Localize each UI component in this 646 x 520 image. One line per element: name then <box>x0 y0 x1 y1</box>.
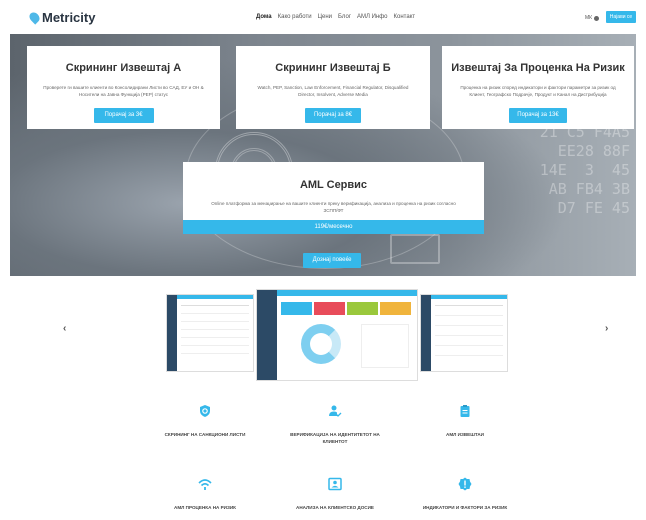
feature-label: АМЛ ИЗВЕШТАИ <box>446 432 484 437</box>
card-title: Скрининг Извештај А <box>65 62 182 74</box>
logo-text: Metricity <box>42 10 96 25</box>
feature-label: АМЛ ПРОЦЕНКА НА РИЗИК <box>174 505 236 510</box>
main-menu: Дома Како работи Цени Блог АМЛ Инфо Конт… <box>256 14 415 20</box>
clipboard-icon <box>458 404 472 418</box>
feature-label: АНАЛИЗА НА КЛИЕНТСКО ДОСИЕ <box>296 505 374 510</box>
chevron-right-icon[interactable]: › <box>605 323 608 334</box>
card-title: Извештај За Проценка На Ризик <box>451 62 625 74</box>
location-pin-icon <box>27 10 42 25</box>
aml-service-price[interactable]: 119€/месечно <box>183 220 484 234</box>
feature-label: ВЕРИФИКАЦИЈА НА ИДЕНТИТЕТОТ НА КЛИЕНТОТ <box>290 432 380 444</box>
aml-service-description: Online платформа за менаџирање на вашите… <box>211 201 456 213</box>
order-button[interactable]: Порачај за 13€ <box>509 108 567 123</box>
id-card-icon <box>328 477 342 491</box>
report-card-a: Скрининг Извештај А Проверете ги вашите … <box>27 46 220 129</box>
dashboard-screenshots-carousel <box>166 289 508 381</box>
risk-report-card: Извештај За Проценка На Ризик Проценка н… <box>442 46 634 129</box>
alert-badge-icon <box>458 477 472 491</box>
shield-search-icon <box>198 404 212 418</box>
feature-client-file-analysis: АНАЛИЗА НА КЛИЕНТСКО ДОСИЕ <box>280 477 390 511</box>
menu-item-how-it-works[interactable]: Како работи <box>278 14 312 20</box>
card-description: Проверете ги вашите клиенти во Консолиди… <box>43 85 204 97</box>
logo[interactable]: Metricity <box>27 10 96 25</box>
menu-item-prices[interactable]: Цени <box>318 14 332 20</box>
feature-aml-reports: АМЛ ИЗВЕШТАИ <box>410 404 520 438</box>
order-button[interactable]: Порачај за 8€ <box>305 108 361 123</box>
report-card-b: Скрининг Извештај Б Watch, PEP, Sanction… <box>236 46 430 129</box>
signin-button[interactable]: Најави се <box>606 11 636 23</box>
language-selector[interactable]: МК <box>585 15 600 21</box>
menu-item-blog[interactable]: Блог <box>338 14 351 20</box>
user-check-icon <box>328 404 342 418</box>
menu-item-aml-info[interactable]: АМЛ Инфо <box>357 14 388 20</box>
dashboard-screenshot-right <box>420 294 508 372</box>
top-navbar: Metricity Дома Како работи Цени Блог АМЛ… <box>0 0 646 34</box>
feature-sanction-screening: СКРИНИНГ НА САНКЦИОНИ ЛИСТИ <box>150 404 260 438</box>
card-description: Watch, PEP, Sanction, Law Enforcement, F… <box>257 85 409 97</box>
feature-risk-indicators: ИНДИКАТОРИ И ФАКТОРИ ЗА РИЗИК <box>410 477 520 511</box>
menu-item-contact[interactable]: Контакт <box>394 14 416 20</box>
feature-aml-risk-assessment: АМЛ ПРОЦЕНКА НА РИЗИК <box>150 477 260 511</box>
menu-item-home[interactable]: Дома <box>256 14 272 20</box>
card-title: Скрининг Извештај Б <box>275 62 391 74</box>
learn-more-button[interactable]: Дознај повеќе <box>303 253 361 268</box>
aml-service-card: AML Сервис Online платформа за менаџирањ… <box>183 162 484 234</box>
feature-identity-verification: ВЕРИФИКАЦИЈА НА ИДЕНТИТЕТОТ НА КЛИЕНТОТ <box>280 404 390 445</box>
card-description: Проценка на ризик според индикатори и фа… <box>460 85 616 97</box>
aml-service-title: AML Сервис <box>299 179 368 191</box>
wifi-signal-icon <box>198 477 212 491</box>
order-button[interactable]: Порачај за 3€ <box>93 108 154 123</box>
chevron-left-icon[interactable]: ‹ <box>63 323 66 334</box>
globe-icon <box>594 15 600 21</box>
feature-label: ИНДИКАТОРИ И ФАКТОРИ ЗА РИЗИК <box>422 505 508 510</box>
laptop-graphic <box>390 234 440 264</box>
feature-label: СКРИНИНГ НА САНКЦИОНИ ЛИСТИ <box>164 432 246 437</box>
language-label: МК <box>585 15 593 21</box>
dashboard-screenshot-center <box>256 289 418 381</box>
dashboard-screenshot-left <box>166 294 254 372</box>
